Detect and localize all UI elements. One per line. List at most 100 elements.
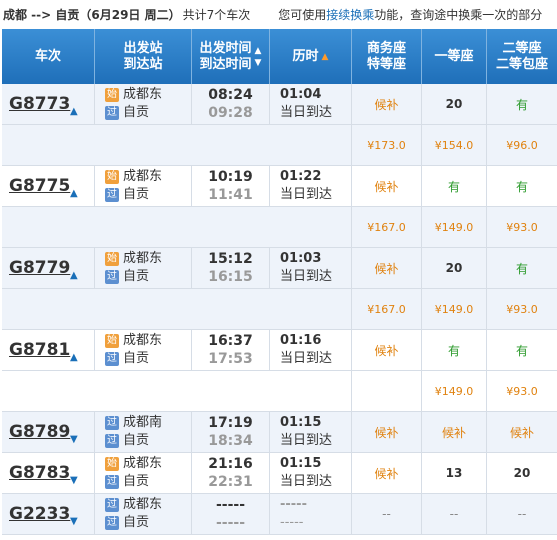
second-class-status[interactable]: 有 [487, 330, 557, 370]
pass-badge-icon: 过 [105, 188, 119, 202]
table-header: 车次 出发站 到达站 出发时间 到达时间 ▲ ▼ 历时 ▲ 商务座 特等座 一等座 二等座二… [2, 29, 557, 84]
sort-asc-icon[interactable]: ▲ [322, 49, 329, 65]
from-station-name: 成都东 [123, 251, 163, 266]
duration-value: 01:15 [280, 456, 322, 471]
train-number-link[interactable]: G8779 [9, 258, 70, 278]
first-class-status[interactable]: 候补 [422, 412, 487, 452]
route-title: 成都 --> 自贡（6月29日 周二） [3, 7, 181, 22]
second-class-status[interactable]: 有 [487, 248, 557, 288]
business-seat-status[interactable]: 候补 [352, 330, 422, 370]
from-station-name: 成都东 [123, 87, 163, 102]
times-cell: 08:24 09:28 [192, 84, 270, 124]
expand-stops-icon[interactable]: ▼ [70, 516, 78, 527]
train-number-cell: G8781 ▲ [2, 330, 95, 370]
expand-stops-icon[interactable]: ▲ [70, 270, 78, 281]
times-cell: ----- ----- [192, 494, 270, 534]
business-seat-status[interactable]: -- [352, 494, 422, 534]
departure-time: 21:16 [208, 456, 253, 472]
duration-value: 01:22 [280, 169, 322, 184]
arrival-time: ----- [215, 515, 246, 531]
train-row: G8781 ▲ 始成都东过自贡 16:37 17:53 01:16 当日到达 候补有有 [2, 330, 557, 371]
price-row: ¥173.0 ¥154.0 ¥96.0 [2, 125, 557, 166]
train-number-cell: G8789 ▼ [2, 412, 95, 452]
stations-cell: 过成都南过自贡 [95, 412, 192, 452]
times-cell: 17:19 18:34 [192, 412, 270, 452]
first-class-status[interactable]: 有 [422, 166, 487, 206]
col-train-label: 车次 [34, 48, 61, 64]
duration-value: 01:04 [280, 87, 322, 102]
first-class-status[interactable]: 13 [422, 453, 487, 493]
stations-cell: 始成都东过自贡 [95, 330, 192, 370]
train-table: 车次 出发站 到达站 出发时间 到达时间 ▲ ▼ 历时 ▲ 商务座 特等座 一等座 二等座二… [2, 29, 557, 535]
col-business: 商务座 特等座 [352, 29, 422, 84]
train-number-cell: G8783 ▼ [2, 453, 95, 493]
first-class-status[interactable]: -- [422, 494, 487, 534]
train-number-link[interactable]: G8773 [9, 94, 70, 114]
departure-time: 10:19 [208, 169, 253, 185]
train-number-link[interactable]: G8781 [9, 340, 70, 360]
transfer-link[interactable]: 接续换乘 [326, 8, 374, 22]
train-row: G8783 ▼ 始成都东过自贡 21:16 22:31 01:15 当日到达 候补 13 20 [2, 453, 557, 494]
start-badge-icon: 始 [105, 88, 119, 102]
from-station: 始成都东 [105, 168, 162, 186]
business-seat-status[interactable]: 候补 [352, 453, 422, 493]
expand-stops-icon[interactable]: ▲ [70, 106, 78, 117]
second-class-price: ¥93.0 [506, 220, 538, 234]
train-number-link[interactable]: G8775 [9, 176, 70, 196]
times-cell: 21:16 22:31 [192, 453, 270, 493]
expand-stops-icon[interactable]: ▲ [70, 188, 78, 199]
train-number-cell: G8775 ▲ [2, 166, 95, 206]
arrival-time: 16:15 [208, 269, 253, 285]
first-class-price: ¥154.0 [422, 125, 487, 165]
first-class-status[interactable]: 有 [422, 330, 487, 370]
second-class-status[interactable]: 候补 [487, 412, 557, 452]
train-number-link[interactable]: G8789 [9, 422, 70, 442]
train-row: G8779 ▲ 始成都东过自贡 15:12 16:15 01:03 当日到达 候补 20 有 [2, 248, 557, 289]
business-seat-status[interactable]: 候补 [352, 84, 422, 124]
start-badge-icon: 始 [105, 170, 119, 184]
duration-value: ----- [280, 497, 307, 512]
second-class-status[interactable]: 有 [487, 84, 557, 124]
col-first: 一等座 [422, 29, 487, 84]
col-duration-label: 历时 [292, 48, 319, 64]
to-station: 过自贡 [105, 473, 149, 491]
from-station-name: 成都东 [123, 333, 163, 348]
business-seat-status[interactable]: 候补 [352, 166, 422, 206]
pass-badge-icon: 过 [105, 475, 119, 489]
second-class-price: ¥96.0 [506, 138, 538, 152]
to-station: 过自贡 [105, 268, 149, 286]
duration-cell: 01:22 当日到达 [270, 166, 352, 206]
expand-stops-icon[interactable]: ▼ [70, 434, 78, 445]
departure-time: 16:37 [208, 333, 253, 349]
start-badge-icon: 始 [105, 252, 119, 266]
business-price [352, 371, 422, 411]
to-station: 过自贡 [105, 350, 149, 368]
expand-stops-icon[interactable]: ▲ [70, 352, 78, 363]
arrival-time: 22:31 [208, 474, 253, 490]
first-class-status[interactable]: 20 [422, 248, 487, 288]
train-number-link[interactable]: G2233 [9, 504, 70, 524]
transfer-hint: 您可使用接续换乘功能，查询途中换乘一次的部分 [278, 6, 542, 23]
second-class-status[interactable]: 20 [487, 453, 557, 493]
to-station: 过自贡 [105, 432, 149, 450]
business-seat-status[interactable]: 候补 [352, 248, 422, 288]
sort-down-icon[interactable]: ▼ [255, 57, 262, 69]
col-station-top: 出发站 [123, 40, 163, 56]
col-stations: 出发站 到达站 [95, 29, 192, 84]
train-number-link[interactable]: G8783 [9, 463, 70, 483]
col-second-bottom: 二等包座 [495, 56, 548, 72]
col-times[interactable]: 出发时间 到达时间 ▲ ▼ [192, 29, 270, 84]
expand-stops-icon[interactable]: ▼ [70, 475, 78, 486]
second-class-status[interactable]: -- [487, 494, 557, 534]
to-station-name: 自贡 [123, 433, 150, 448]
start-badge-icon: 始 [105, 334, 119, 348]
business-seat-status[interactable]: 候补 [352, 412, 422, 452]
second-class-status[interactable]: 有 [487, 166, 557, 206]
col-duration[interactable]: 历时 ▲ [270, 29, 352, 84]
price-row: ¥167.0 ¥149.0 ¥93.0 [2, 289, 557, 330]
first-class-status[interactable]: 20 [422, 84, 487, 124]
hint-suffix: 功能，查询途中换乘一次的部分 [374, 7, 543, 22]
arrival-day: 当日到达 [280, 351, 333, 366]
arrival-time: 09:28 [208, 105, 253, 121]
sort-up-icon[interactable]: ▲ [255, 45, 262, 57]
